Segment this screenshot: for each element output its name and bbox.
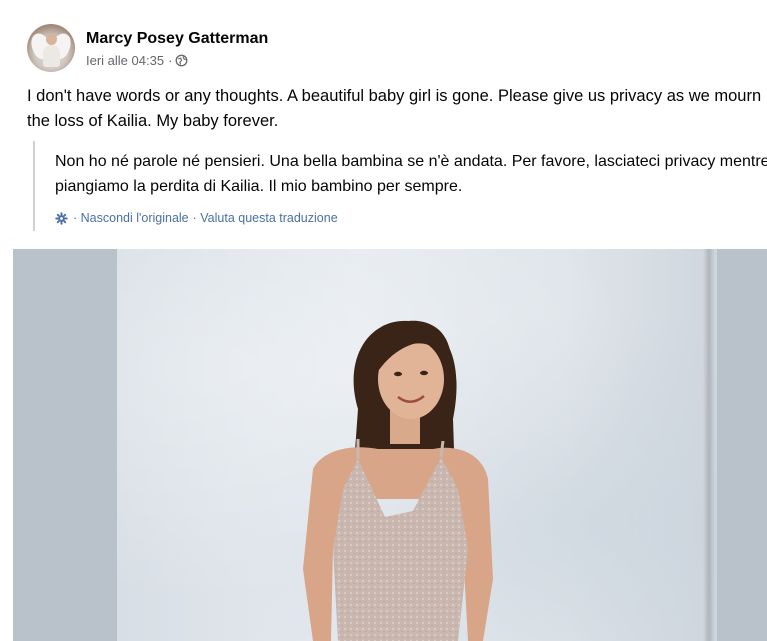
translated-text: Non ho né parole né pensieri. Una bella … xyxy=(55,153,767,195)
post-header: Marcy Posey Gatterman Ieri alle 04:35 · xyxy=(27,23,268,73)
gear-icon xyxy=(55,211,68,225)
translation-links: · Nascondi l'originale · Valuta questa t… xyxy=(55,211,767,225)
rate-translation-link[interactable]: · Valuta questa traduzione xyxy=(193,211,338,225)
separator: · xyxy=(168,52,173,68)
hide-original-link[interactable]: · Nascondi l'originale xyxy=(73,211,189,225)
translation-block: Non ho né parole né pensieri. Una bella … xyxy=(33,141,767,231)
globe-icon xyxy=(175,54,188,66)
post-meta: Marcy Posey Gatterman Ieri alle 04:35 · xyxy=(86,29,268,68)
person-figure xyxy=(303,320,493,641)
timestamp-row: Ieri alle 04:35 · xyxy=(86,53,268,68)
author-name[interactable]: Marcy Posey Gatterman xyxy=(86,29,268,49)
post-photo[interactable] xyxy=(13,249,767,641)
timestamp[interactable]: Ieri alle 04:35 xyxy=(86,53,164,68)
post-text: I don't have words or any thoughts. A be… xyxy=(27,87,762,130)
avatar[interactable] xyxy=(27,24,75,72)
